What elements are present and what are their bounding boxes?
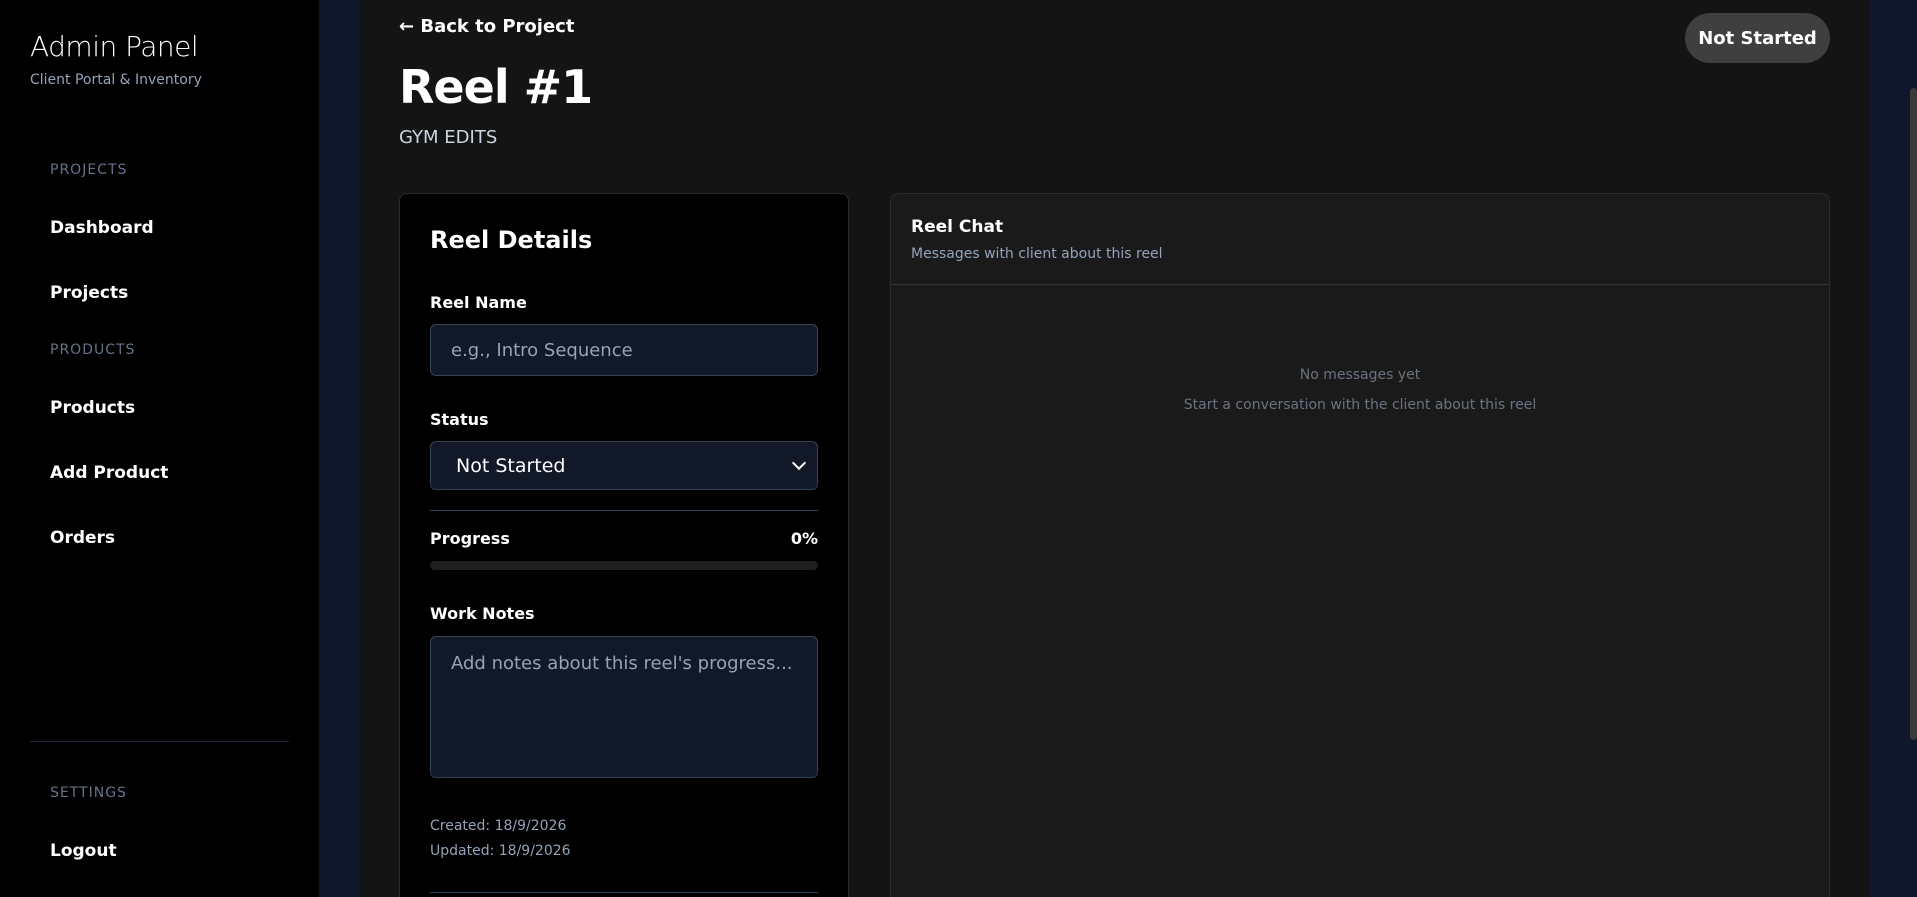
chat-empty-title: No messages yet xyxy=(1299,367,1421,383)
work-notes-label: Work Notes xyxy=(430,604,535,623)
card-title: Reel Details xyxy=(430,226,593,254)
chat-header: Reel Chat Messages with client about thi… xyxy=(891,194,1829,285)
progress-value: 0% xyxy=(790,529,818,548)
sidebar-divider xyxy=(30,741,289,742)
sidebar: Admin Panel Client Portal & Inventory PR… xyxy=(0,0,319,897)
divider xyxy=(430,892,818,893)
page-title: Reel #1 xyxy=(399,60,593,114)
created-date: Created: 18/9/2026 xyxy=(430,818,567,834)
status-badge: Not Started xyxy=(1685,13,1830,63)
progress-label: Progress xyxy=(430,529,510,548)
progress-bar xyxy=(430,561,818,570)
sidebar-item-projects[interactable]: Projects xyxy=(50,283,128,303)
nav-section-settings: SETTINGS xyxy=(50,785,127,801)
reel-details-card: Reel Details Reel Name Status Not Starte… xyxy=(399,193,849,897)
nav-section-projects: PROJECTS xyxy=(50,162,128,178)
chat-title: Reel Chat xyxy=(911,217,1004,237)
updated-date: Updated: 18/9/2026 xyxy=(430,843,571,859)
chat-empty-subtitle: Start a conversation with the client abo… xyxy=(1183,397,1537,413)
back-to-project-link[interactable]: ← Back to Project xyxy=(399,16,574,37)
reel-chat-card: Reel Chat Messages with client about thi… xyxy=(890,193,1830,897)
scrollbar-thumb[interactable] xyxy=(1910,88,1917,740)
reel-name-input[interactable] xyxy=(430,324,818,376)
reel-name-label: Reel Name xyxy=(430,293,527,312)
project-name: GYM EDITS xyxy=(399,127,498,148)
sidebar-item-add-product[interactable]: Add Product xyxy=(50,463,168,483)
sidebar-item-products[interactable]: Products xyxy=(50,398,135,418)
sidebar-item-dashboard[interactable]: Dashboard xyxy=(50,218,154,238)
work-notes-textarea[interactable] xyxy=(430,636,818,778)
sidebar-item-logout[interactable]: Logout xyxy=(50,841,117,861)
chevron-down-icon xyxy=(791,455,807,471)
nav-section-products: PRODUCTS xyxy=(50,342,136,358)
main-content: ← Back to Project Reel #1 GYM EDITS Not … xyxy=(359,0,1870,897)
brand-subtitle: Client Portal & Inventory xyxy=(30,72,202,88)
brand-title: Admin Panel xyxy=(30,30,199,63)
status-select[interactable]: Not Started xyxy=(430,441,818,490)
app-root: Admin Panel Client Portal & Inventory PR… xyxy=(0,0,1917,897)
divider xyxy=(430,510,818,511)
chat-subtitle: Messages with client about this reel xyxy=(911,246,1163,262)
status-label: Status xyxy=(430,410,489,429)
status-select-value: Not Started xyxy=(456,454,566,477)
sidebar-item-orders[interactable]: Orders xyxy=(50,528,115,548)
